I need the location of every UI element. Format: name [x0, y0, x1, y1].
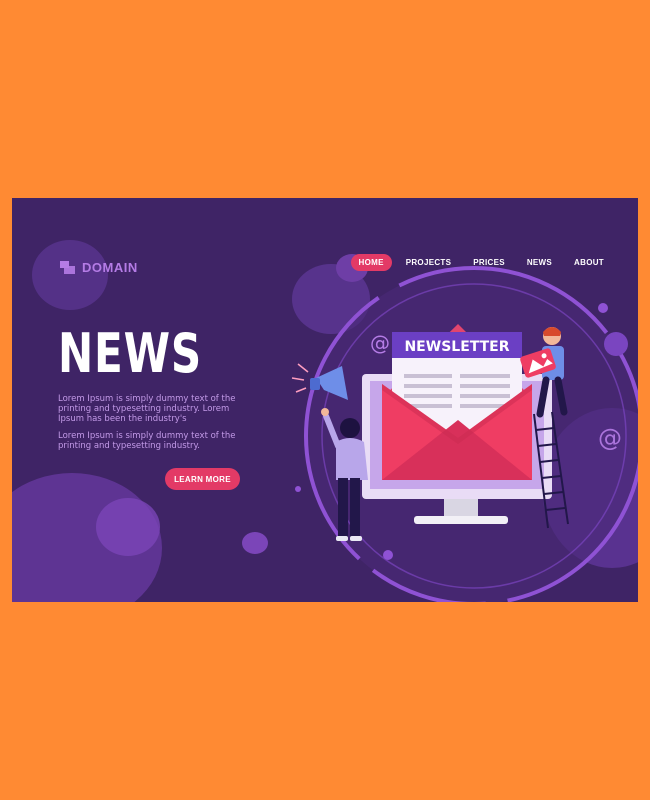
dot [383, 550, 393, 560]
newsletter-banner-text: NEWSLETTER [404, 339, 509, 355]
dot [604, 332, 628, 356]
at-sign-icon: @ [370, 331, 390, 355]
landing-card: DOMAIN HOME PROJECTS PRICES NEWS ABOUT N… [12, 198, 638, 602]
dot [598, 303, 608, 313]
newsletter-illustration: @ @ NEWSLETTER [291, 266, 638, 602]
dot [295, 486, 301, 492]
at-sign-icon: @ [598, 424, 622, 452]
